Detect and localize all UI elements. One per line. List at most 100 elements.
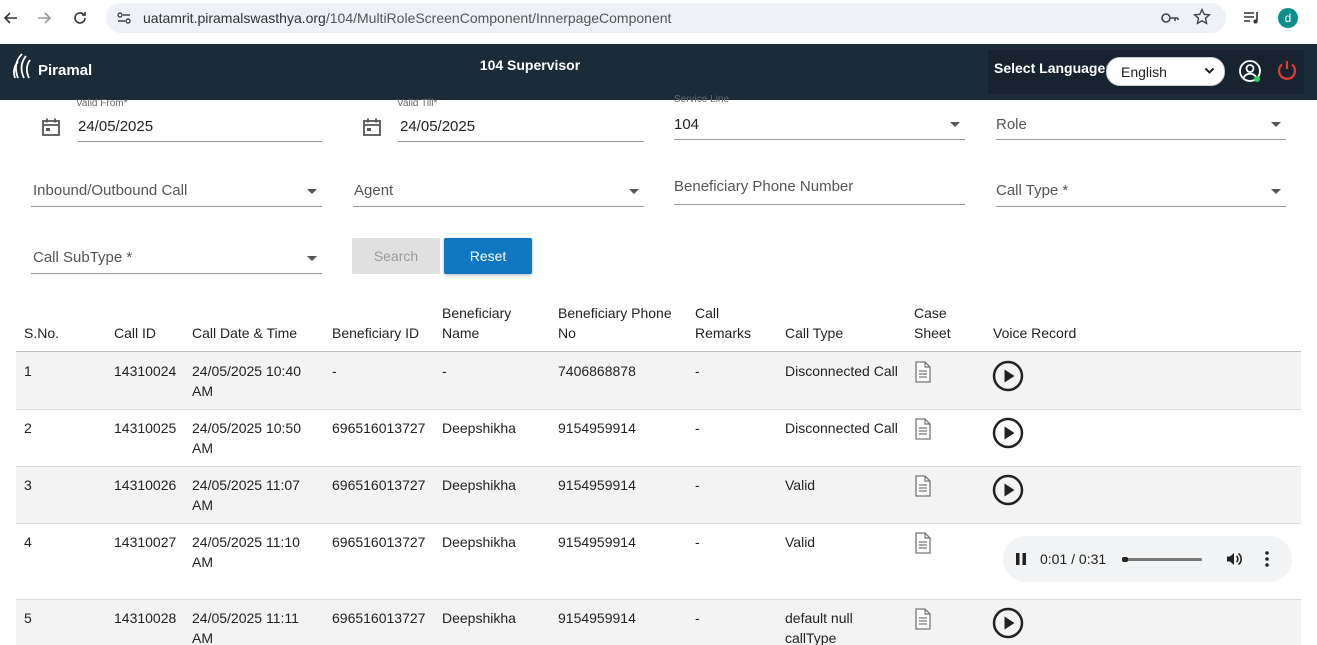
forward-arrow-icon[interactable] (33, 7, 55, 29)
cell-call-type-line1: Disconnected Call (785, 420, 898, 436)
beneficiary-phone-placeholder: Beneficiary Phone Number (674, 178, 854, 195)
document-icon[interactable] (914, 475, 932, 497)
language-area: Select Language: English (988, 50, 1304, 94)
cell-call-id: 14310025 (114, 420, 177, 436)
cell-call-date-line1: 24/05/2025 11:07 (192, 477, 300, 493)
cell-call-date: 24/05/2025 11:07 AM (192, 475, 300, 515)
valid-till-value: 24/05/2025 (400, 118, 476, 135)
cell-sno: 3 (24, 477, 32, 493)
key-icon[interactable] (1160, 9, 1180, 27)
column-header-call-date-time: Call Date & Time (192, 325, 298, 341)
cell-call-type: default null callType (785, 608, 853, 645)
cell-call-type: Disconnected Call (785, 361, 898, 381)
power-icon[interactable] (1275, 58, 1299, 82)
cell-call-date-line1: 24/05/2025 10:50 (192, 420, 301, 436)
cell-remarks: - (695, 610, 700, 626)
dropdown-arrow-icon (629, 189, 639, 194)
cell-call-date: 24/05/2025 11:10 AM (192, 532, 300, 572)
media-control-icon[interactable] (1242, 8, 1262, 28)
back-arrow-icon[interactable] (0, 7, 22, 29)
role-select[interactable]: Role (996, 100, 1286, 140)
cell-call-type: Disconnected Call (785, 418, 898, 438)
column-header-beneficiary-phone: Beneficiary Phone No (558, 303, 672, 343)
cell-call-date-line1: 24/05/2025 11:11 (192, 610, 299, 626)
cell-beneficiary-id: - (332, 363, 337, 379)
cell-beneficiary-id: 696516013727 (332, 420, 426, 436)
star-icon[interactable] (1192, 7, 1212, 26)
reset-button[interactable]: Reset (444, 238, 532, 274)
cell-remarks: - (695, 534, 700, 550)
audio-player[interactable]: 0:01 / 0:31 (1003, 536, 1292, 582)
cell-phone: 9154959914 (558, 610, 636, 626)
url-text: uatamrit.piramalswasthya.org/104/MultiRo… (143, 10, 671, 26)
play-icon[interactable] (992, 607, 1024, 639)
audio-seek-progress (1122, 557, 1128, 562)
call-type-select[interactable]: Call Type * (996, 168, 1286, 207)
column-header-call-type: Call Type (785, 325, 844, 341)
site-settings-icon[interactable] (116, 10, 132, 26)
cell-call-date: 24/05/2025 11:11 AM (192, 608, 299, 645)
cell-beneficiary-name: Deepshikha (442, 477, 516, 493)
cell-beneficiary-name: - (442, 363, 447, 379)
inbound-outbound-select[interactable]: Inbound/Outbound Call (31, 168, 322, 207)
document-icon[interactable] (914, 361, 932, 383)
language-select[interactable]: English (1106, 57, 1225, 86)
document-icon[interactable] (914, 608, 932, 630)
more-vert-icon[interactable] (1263, 550, 1271, 568)
cell-call-date-line2: AM (192, 554, 213, 570)
search-button[interactable]: Search (352, 238, 440, 274)
play-icon[interactable] (992, 360, 1024, 392)
cell-call-date-line2: AM (192, 630, 213, 645)
cell-phone: 7406868878 (558, 363, 636, 379)
beneficiary-phone-input[interactable]: Beneficiary Phone Number (674, 168, 965, 205)
play-icon[interactable] (992, 417, 1024, 449)
cell-sno: 2 (24, 420, 32, 436)
url-host: uatamrit.piramalswasthya.org (143, 10, 326, 26)
cell-remarks: - (695, 477, 700, 493)
language-value: English (1121, 63, 1167, 80)
play-icon[interactable] (992, 474, 1024, 506)
column-header-case-sheet-line2: Sheet (914, 325, 951, 341)
dropdown-arrow-icon (1271, 122, 1281, 127)
valid-till-field[interactable]: Valid Till* 24/05/2025 (397, 98, 644, 142)
user-account-icon[interactable] (1238, 59, 1262, 83)
column-header-beneficiary-name-line1: Beneficiary (442, 305, 512, 321)
cell-remarks: - (695, 363, 700, 379)
chevron-down-icon (1204, 65, 1215, 79)
volume-icon[interactable] (1225, 550, 1243, 568)
document-icon[interactable] (914, 532, 932, 554)
cell-call-id: 14310028 (114, 610, 177, 626)
inbound-outbound-placeholder: Inbound/Outbound Call (33, 182, 188, 199)
page-title: 104 Supervisor (479, 57, 581, 73)
document-icon[interactable] (914, 418, 932, 440)
call-subtype-select[interactable]: Call SubType * (31, 235, 322, 274)
cell-phone: 9154959914 (558, 534, 636, 550)
agent-select[interactable]: Agent (353, 168, 644, 207)
cell-call-type: Valid (785, 475, 815, 495)
address-bar[interactable]: uatamrit.piramalswasthya.org/104/MultiRo… (106, 3, 1226, 33)
table-row: 2 14310025 24/05/2025 10:50 AM 6965160137… (16, 410, 1301, 467)
profile-avatar[interactable]: d (1278, 8, 1298, 28)
dropdown-arrow-icon (950, 122, 960, 127)
calendar-icon[interactable] (41, 117, 61, 137)
valid-from-value: 24/05/2025 (78, 118, 154, 135)
call-subtype-placeholder: Call SubType * (33, 249, 133, 266)
service-line-value: 104 (674, 116, 700, 133)
pause-icon[interactable] (1013, 551, 1029, 567)
cell-phone: 9154959914 (558, 420, 636, 436)
cell-call-date-line2: AM (192, 383, 213, 399)
column-header-sno: S.No. (24, 325, 60, 341)
calendar-icon[interactable] (362, 117, 382, 137)
table-row: 5 14310028 24/05/2025 11:11 AM 6965160137… (16, 600, 1301, 645)
valid-from-field[interactable]: Valid From* 24/05/2025 (76, 98, 322, 142)
cell-beneficiary-id: 696516013727 (332, 610, 426, 626)
audio-seek-slider[interactable] (1122, 557, 1202, 562)
cell-beneficiary-name: Deepshikha (442, 534, 516, 550)
service-line-select[interactable]: Service Line 104 (674, 94, 965, 140)
column-header-beneficiary-name: Beneficiary Name (442, 303, 511, 343)
column-header-beneficiary-id: Beneficiary ID (332, 325, 420, 341)
reload-icon[interactable] (69, 7, 91, 29)
column-header-case-sheet: Case Sheet (914, 303, 951, 343)
column-header-beneficiary-phone-line1: Beneficiary Phone (558, 305, 672, 321)
column-header-beneficiary-phone-line2: No (558, 325, 576, 341)
